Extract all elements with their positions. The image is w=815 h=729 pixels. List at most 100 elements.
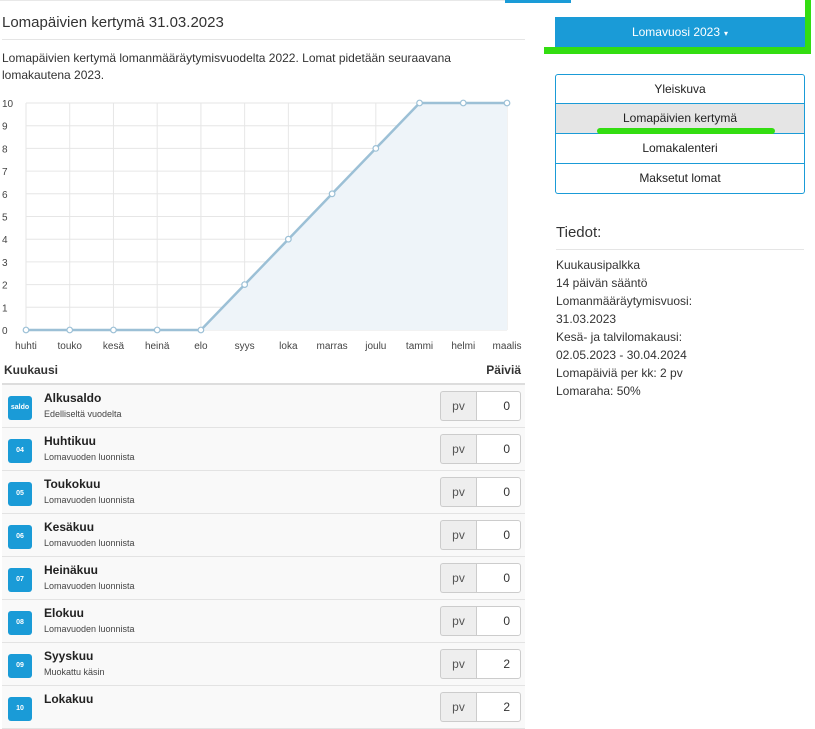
days-input[interactable] xyxy=(476,434,521,464)
unit-addon: pv xyxy=(440,692,476,722)
x-tick-label: tammi xyxy=(406,341,433,352)
month-badge: 07 xyxy=(8,568,32,592)
info-line: Lomanmääräytymisvuosi: xyxy=(556,294,693,308)
y-tick-label: 6 xyxy=(2,190,8,201)
days-input[interactable] xyxy=(476,692,521,722)
row-title: Huhtikuu xyxy=(44,434,96,448)
column-month: Kuukausi xyxy=(4,363,59,377)
row-subtitle: Lomavuoden luonnista xyxy=(44,452,135,462)
x-tick-label: joulu xyxy=(364,341,386,352)
nav-item-paid-holidays[interactable]: Maksetut lomat xyxy=(555,164,805,194)
days-input[interactable] xyxy=(476,391,521,421)
side-nav: Yleiskuva Lomapäivien kertymä Lomakalent… xyxy=(555,74,805,194)
x-tick-label: touko xyxy=(57,341,82,352)
month-badge: 04 xyxy=(8,439,32,463)
annotation-mark-vertical xyxy=(805,0,811,54)
caret-down-icon: ▾ xyxy=(724,29,729,38)
table-row: 07 Heinäkuu Lomavuoden luonnista pv xyxy=(2,557,525,600)
x-tick-label: heinä xyxy=(145,341,170,352)
year-dropdown-button[interactable]: Lomavuosi 2023 ▾ xyxy=(555,17,805,47)
y-tick-label: 1 xyxy=(2,303,8,314)
data-point xyxy=(284,235,292,243)
year-dropdown-label: Lomavuosi 2023 xyxy=(631,25,721,39)
row-subtitle: Lomavuoden luonnista xyxy=(44,624,135,634)
page-title: Lomapäivien kertymä 31.03.2023 xyxy=(2,14,525,40)
data-point xyxy=(416,99,423,107)
row-title: Heinäkuu xyxy=(44,563,99,577)
month-table: saldo Alkusaldo Edelliseltä vuodelta pv … xyxy=(2,385,525,729)
unit-addon: pv xyxy=(440,434,476,464)
table-row: 09 Syyskuu Muokattu käsin pv xyxy=(2,643,525,686)
annotation-mark-horizontal xyxy=(544,47,811,54)
data-point xyxy=(503,99,511,107)
info-title: Tiedot: xyxy=(556,224,804,250)
table-row: saldo Alkusaldo Edelliseltä vuodelta pv xyxy=(2,385,525,428)
table-row: 08 Elokuu Lomavuoden luonnista pv xyxy=(2,600,525,643)
days-input[interactable] xyxy=(476,477,521,507)
row-title: Lokakuu xyxy=(44,692,94,706)
y-tick-label: 7 xyxy=(2,167,8,178)
page-description: Lomapäivien kertymä lomanmääräytymisvuod… xyxy=(2,51,451,82)
x-tick-label: loka xyxy=(279,341,298,352)
info-line: Lomaraha: 50% xyxy=(556,384,641,398)
info-line: 14 päivän sääntö xyxy=(556,276,648,290)
annotation-underline xyxy=(597,128,775,134)
table-row: 04 Huhtikuu Lomavuoden luonnista pv xyxy=(2,428,525,471)
y-tick-label: 8 xyxy=(2,144,8,155)
row-subtitle: Lomavuoden luonnista xyxy=(44,538,135,548)
unit-addon: pv xyxy=(440,477,476,507)
data-point xyxy=(459,99,467,107)
row-subtitle: Lomavuoden luonnista xyxy=(44,495,135,505)
unit-addon: pv xyxy=(440,606,476,636)
row-title: Syyskuu xyxy=(44,649,94,663)
row-subtitle: Muokattu käsin xyxy=(44,667,105,677)
x-tick-label: huhti xyxy=(15,341,37,352)
row-title: Elokuu xyxy=(44,606,85,620)
y-tick-label: 9 xyxy=(2,122,8,133)
accrual-chart: 0 1 2 3 4 5 6 7 8 9 10 huhti touko kesä heinä elo syys lo… xyxy=(2,99,521,352)
month-badge: 08 xyxy=(8,611,32,635)
y-tick-label: 5 xyxy=(2,213,8,224)
month-badge: 05 xyxy=(8,482,32,506)
y-tick-label: 4 xyxy=(2,235,8,246)
row-subtitle: Lomavuoden luonnista xyxy=(44,581,135,591)
unit-addon: pv xyxy=(440,649,476,679)
days-input[interactable] xyxy=(476,563,521,593)
table-row: 10 Lokakuu pv xyxy=(2,686,525,729)
data-point xyxy=(22,326,30,334)
column-days: Päiviä xyxy=(486,363,521,377)
month-badge: saldo xyxy=(8,396,32,420)
data-point xyxy=(241,281,249,289)
info-panel: Kuukausipalkka 14 päivän sääntö Lomanmää… xyxy=(556,256,804,400)
x-tick-label: helmi xyxy=(451,341,475,352)
y-tick-label: 3 xyxy=(2,258,8,269)
y-tick-label: 10 xyxy=(2,99,14,110)
x-tick-label: syys xyxy=(235,341,255,352)
table-header: Kuukausi Päiviä xyxy=(2,361,525,385)
info-line: 02.05.2023 - 30.04.2024 xyxy=(556,348,687,362)
x-tick-label: marras xyxy=(317,341,348,352)
y-tick-label: 0 xyxy=(2,326,8,337)
unit-addon: pv xyxy=(440,563,476,593)
x-tick-label: kesä xyxy=(103,341,125,352)
days-input[interactable] xyxy=(476,520,521,550)
days-input[interactable] xyxy=(476,649,521,679)
days-input[interactable] xyxy=(476,606,521,636)
info-line: Lomapäiviä per kk: 2 pv xyxy=(556,366,683,380)
data-point xyxy=(66,326,74,334)
info-line: 31.03.2023 xyxy=(556,312,617,326)
nav-item-overview[interactable]: Yleiskuva xyxy=(555,74,805,104)
data-point xyxy=(110,326,117,334)
x-tick-label: elo xyxy=(194,341,208,352)
row-title: Alkusaldo xyxy=(44,391,102,405)
data-point xyxy=(372,145,380,152)
row-title: Kesäkuu xyxy=(44,520,95,534)
row-subtitle: Edelliseltä vuodelta xyxy=(44,409,122,419)
month-badge: 06 xyxy=(8,525,32,549)
data-point xyxy=(153,326,161,334)
table-row: 06 Kesäkuu Lomavuoden luonnista pv xyxy=(2,514,525,557)
nav-item-calendar[interactable]: Lomakalenteri xyxy=(555,134,805,164)
month-badge: 09 xyxy=(8,654,32,678)
top-divider xyxy=(0,0,525,1)
unit-addon: pv xyxy=(440,520,476,550)
